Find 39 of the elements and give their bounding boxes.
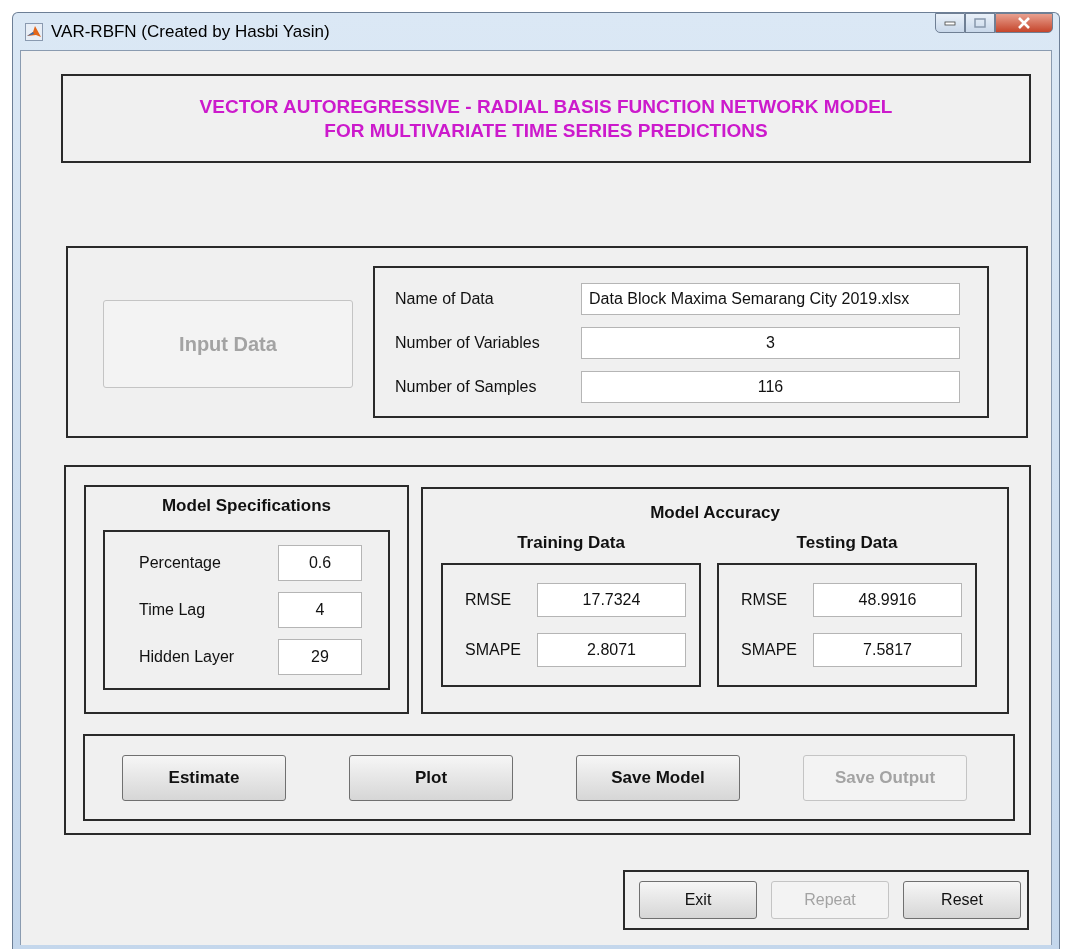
field-label: Number of Variables [394,334,541,352]
text-field[interactable]: Data Block Maxima Semarang City 2019.xlsx [581,283,960,315]
text-field[interactable]: 4 [278,592,362,628]
app-icon [25,22,43,41]
minimize-icon [944,20,956,26]
text-field[interactable]: 29 [278,639,362,675]
text-field[interactable]: 3 [581,327,960,359]
section-title: Testing Data [795,533,899,553]
field-label: Time Lag [138,601,207,619]
text-field[interactable]: 0.6 [278,545,362,581]
close-button[interactable] [995,13,1053,33]
field-label: RMSE [740,591,789,609]
footer-button[interactable]: Reset [903,881,1021,919]
section-title: Model Specifications [160,496,333,516]
field-label: Percentage [138,554,222,572]
maximize-icon [974,18,986,28]
action-button[interactable]: Save Model [576,754,740,801]
action-button[interactable]: Estimate [122,754,286,801]
text-field[interactable]: 48.9916 [813,583,962,617]
heading: VECTOR AUTOREGRESSIVE - RADIAL BASIS FUNCTION NETWORK MODEL [199,94,893,119]
section-title: Model Accuracy [649,503,781,523]
field-label: SMAPE [464,641,522,659]
text-field[interactable]: 116 [581,371,960,403]
text-field[interactable]: 7.5817 [813,633,962,667]
field-label: SMAPE [740,641,798,659]
field-label: Hidden Layer [138,648,236,666]
action-button[interactable]: Plot [349,754,513,801]
maximize-button[interactable] [965,13,995,33]
section-title: Training Data [516,533,626,553]
text-field[interactable]: 2.8071 [537,633,686,667]
field-label: RMSE [464,591,513,609]
minimize-button[interactable] [935,13,965,33]
text-field[interactable]: 17.7324 [537,583,686,617]
footer-button[interactable]: Exit [639,881,757,919]
field-label: Number of Samples [394,378,538,396]
close-icon [1017,17,1031,29]
field-label: Name of Data [394,290,495,308]
heading: FOR MULTIVARIATE TIME SERIES PREDICTIONS [324,118,768,143]
window-title: VAR-RBFN (Created by Hasbi Yasin) [51,21,330,42]
